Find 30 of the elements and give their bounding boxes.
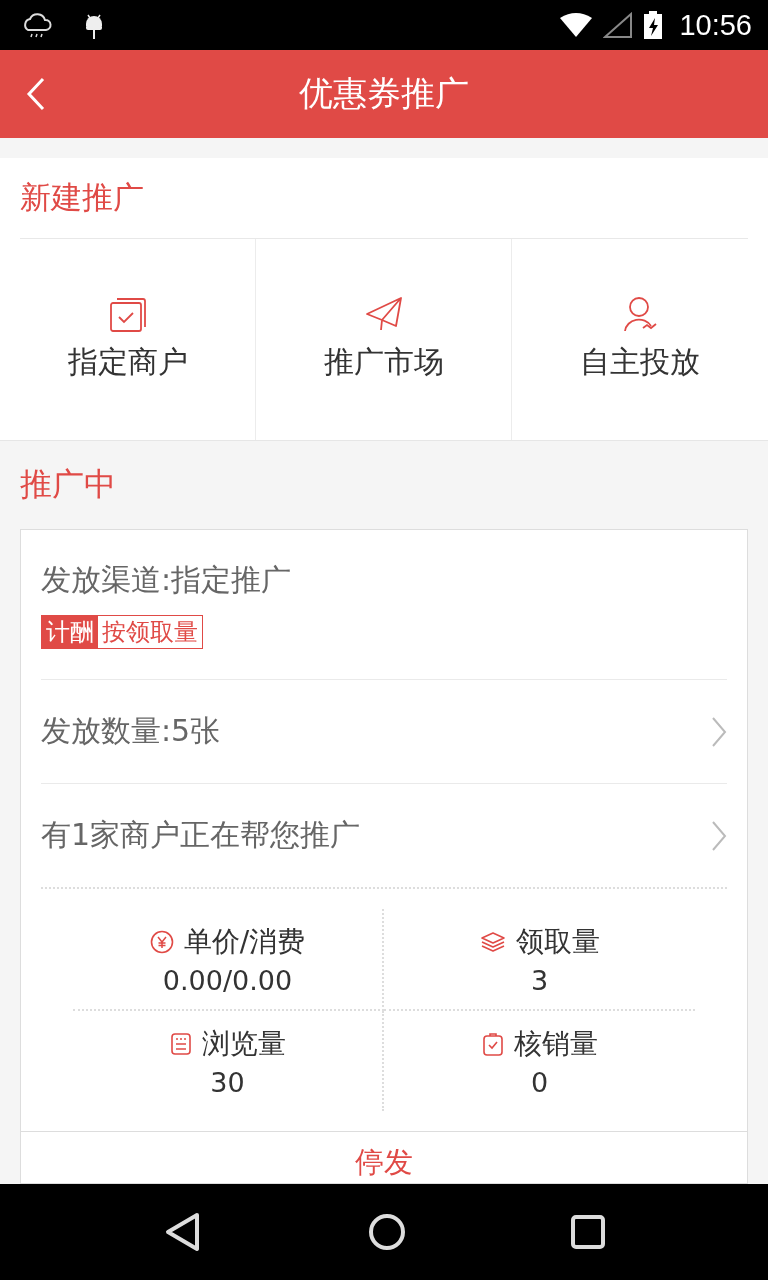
recents-icon[interactable] <box>571 1215 606 1249</box>
stat-label: 核销量 <box>513 1025 598 1062</box>
status-time: 10:56 <box>679 8 752 42</box>
stat-label: 浏览量 <box>201 1025 286 1062</box>
detail-row[interactable]: 有1家商户正在帮您推广 <box>41 783 727 889</box>
stat-label: 领取量 <box>515 923 600 960</box>
page-title: 优惠券推广 <box>299 72 469 115</box>
signal-icon <box>603 12 634 38</box>
battery-icon <box>643 10 664 40</box>
tag-label: 计酬 <box>42 616 98 648</box>
paper-plane-icon <box>364 296 403 332</box>
home-icon[interactable] <box>368 1213 406 1251</box>
tag-value: 按领取量 <box>101 617 199 648</box>
stat-value: 0.00/0.00 <box>162 964 293 996</box>
wifi-icon <box>559 12 594 38</box>
section-title: 推广中 <box>19 464 117 505</box>
stat-value: 3 <box>530 964 549 996</box>
stat-label: 单价/消费 <box>183 923 306 960</box>
chevron-right-icon <box>711 715 727 748</box>
stat-value: 30 <box>210 1066 245 1098</box>
chevron-right-icon <box>711 819 727 852</box>
stat-value: 0 <box>530 1066 549 1098</box>
user-icon <box>621 296 659 332</box>
clipboard-check-icon <box>481 1031 504 1056</box>
channel-text: 发放渠道:指定推广 <box>41 561 293 599</box>
detail-row[interactable]: 发放数量:5张 <box>41 679 727 783</box>
yen-icon <box>149 929 174 954</box>
layers-icon <box>479 930 506 953</box>
list-icon <box>169 1031 192 1056</box>
checkbox-stack-icon <box>108 296 147 332</box>
